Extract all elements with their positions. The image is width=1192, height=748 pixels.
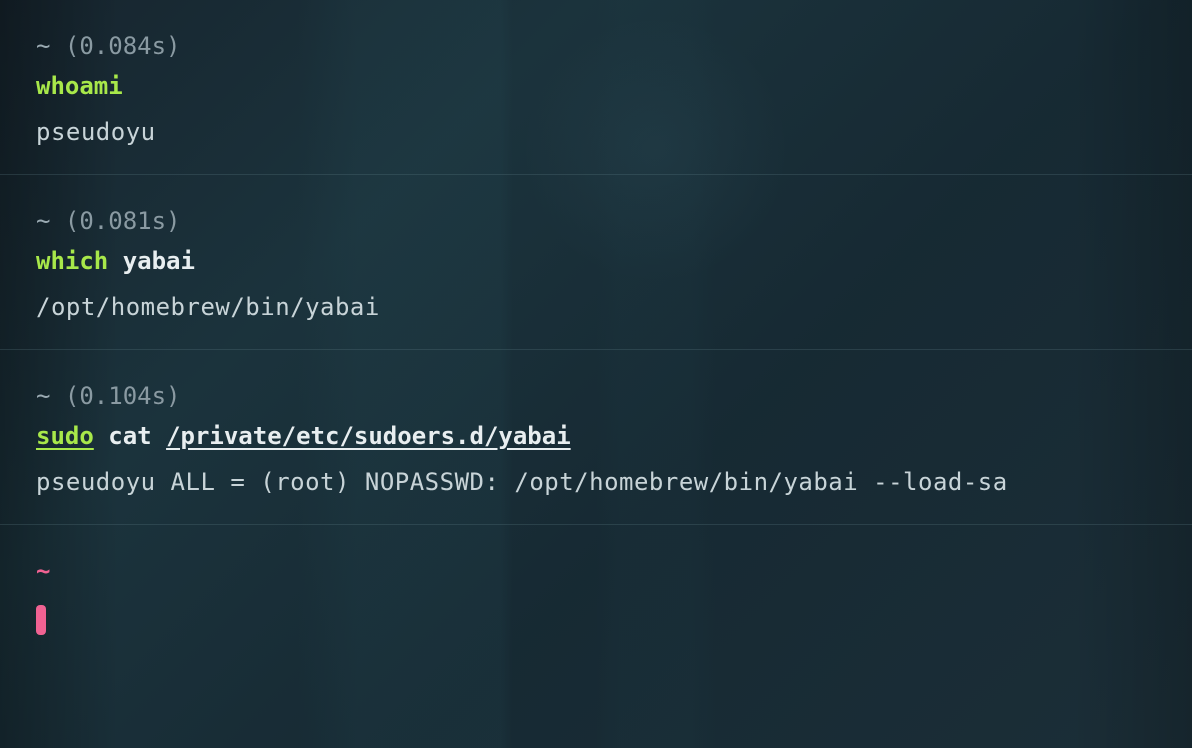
command-path-arg: /private/etc/sudoers.d/yabai — [166, 422, 571, 450]
command-line: which yabai — [36, 247, 1156, 275]
active-prompt: ~ — [36, 557, 1156, 585]
cursor-icon — [36, 605, 46, 635]
command-input[interactable] — [36, 605, 1156, 635]
prompt-path: ~ — [36, 382, 50, 410]
command-text: whoami — [36, 72, 123, 100]
prompt-path: ~ — [36, 207, 50, 235]
timing: (0.084s) — [65, 32, 181, 60]
prompt-path: ~ — [36, 32, 50, 60]
command-arg: cat — [108, 422, 151, 450]
command-output: pseudoyu ALL = (root) NOPASSWD: /opt/hom… — [36, 468, 1156, 496]
active-prompt-block: ~ — [0, 525, 1192, 663]
command-arg: yabai — [123, 247, 195, 275]
terminal-window[interactable]: ~ (0.084s) whoami pseudoyu ~ (0.081s) wh… — [0, 0, 1192, 663]
timing: (0.104s) — [65, 382, 181, 410]
command-line: whoami — [36, 72, 1156, 100]
timing: (0.081s) — [65, 207, 181, 235]
command-output: /opt/homebrew/bin/yabai — [36, 293, 1156, 321]
command-text: sudo — [36, 422, 94, 450]
prompt-line: ~ (0.084s) — [36, 32, 1156, 60]
command-block: ~ (0.104s) sudo cat /private/etc/sudoers… — [0, 350, 1192, 525]
command-block: ~ (0.081s) which yabai /opt/homebrew/bin… — [0, 175, 1192, 350]
command-block: ~ (0.084s) whoami pseudoyu — [0, 0, 1192, 175]
prompt-line: ~ (0.104s) — [36, 382, 1156, 410]
prompt-line: ~ (0.081s) — [36, 207, 1156, 235]
command-output: pseudoyu — [36, 118, 1156, 146]
command-line: sudo cat /private/etc/sudoers.d/yabai — [36, 422, 1156, 450]
command-text: which — [36, 247, 108, 275]
